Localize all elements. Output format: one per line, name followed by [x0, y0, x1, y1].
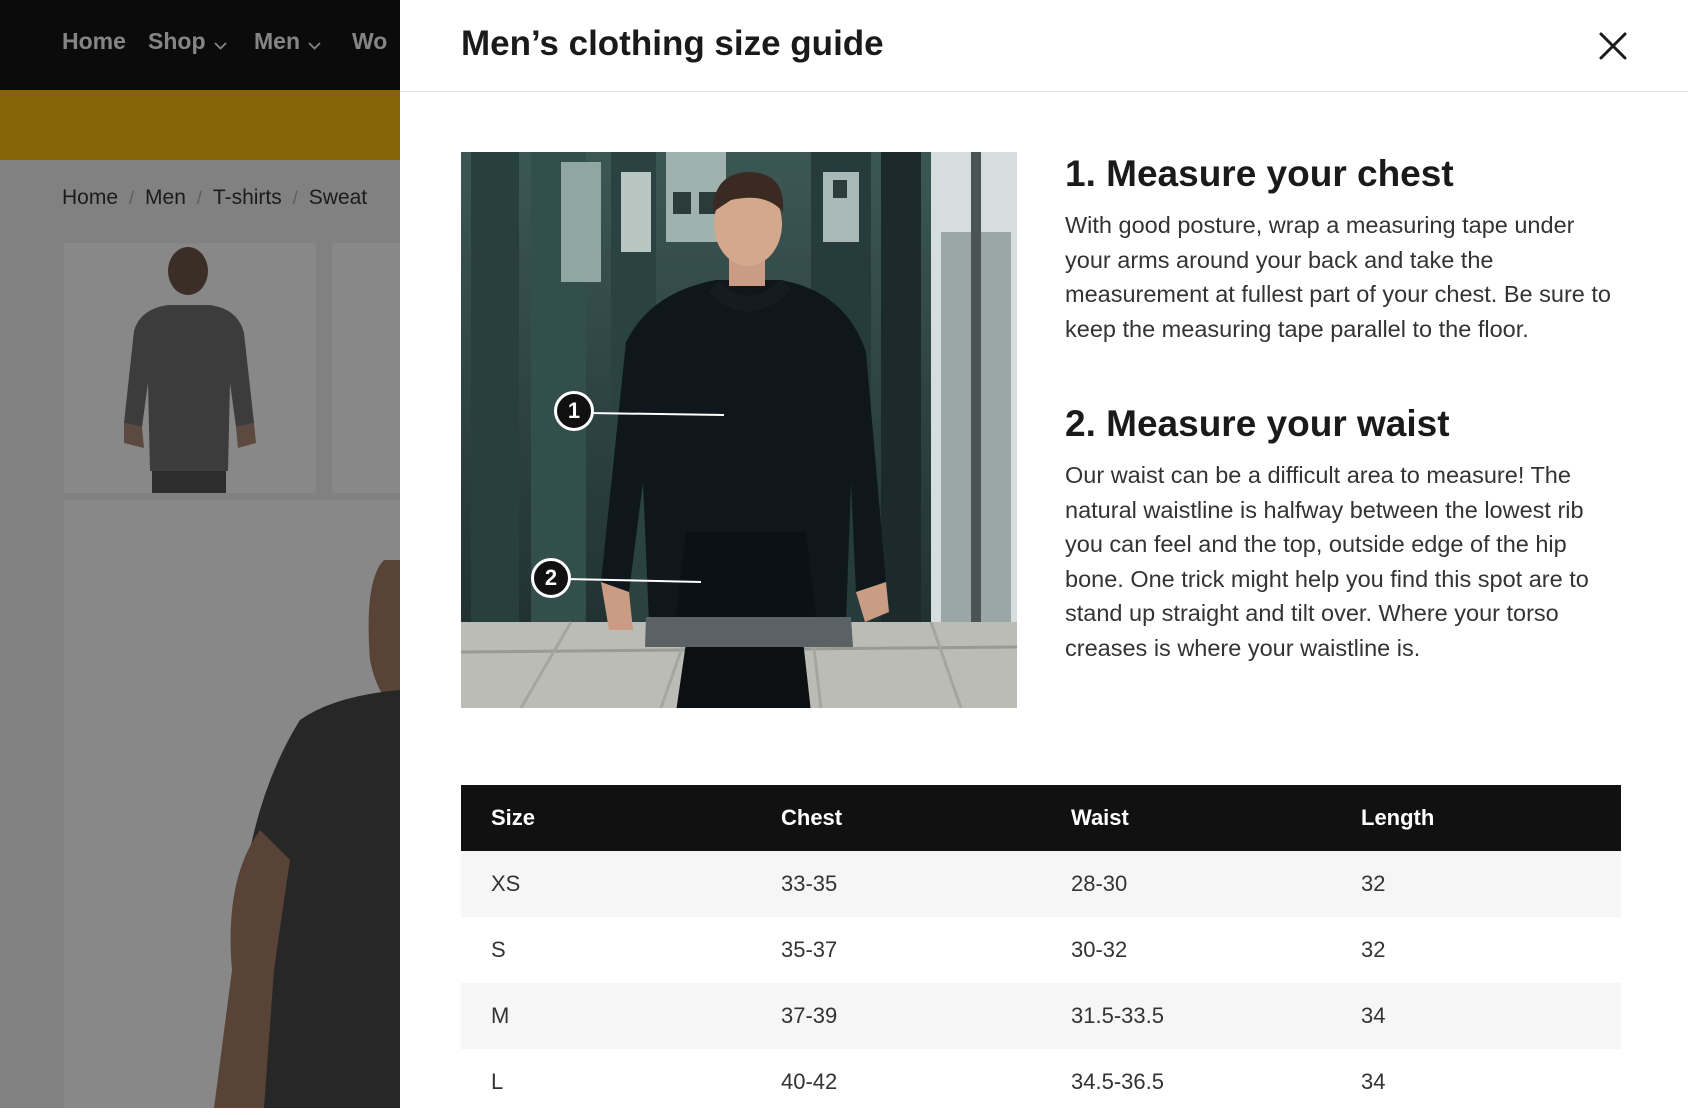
drawer-title: Men’s clothing size guide [461, 24, 884, 63]
table-row: L 40-42 34.5-36.5 34 [461, 1049, 1621, 1115]
column-header-size: Size [461, 785, 751, 851]
background-page: Home Shop Men Wo Home / Men / T-shirts / Sweat [0, 0, 400, 1108]
close-icon [1599, 32, 1627, 60]
marker-chest: 1 [554, 391, 594, 431]
table-cell: 40-42 [751, 1049, 1041, 1115]
table-cell: 32 [1331, 851, 1621, 917]
table-cell: L [461, 1049, 751, 1115]
measurement-photo: 1 2 [461, 152, 1017, 708]
close-button[interactable] [1593, 26, 1633, 66]
table-row: M 37-39 31.5-33.5 34 [461, 983, 1621, 1049]
table-cell: 34.5-36.5 [1041, 1049, 1331, 1115]
table-cell: 37-39 [751, 983, 1041, 1049]
table-cell: 32 [1331, 917, 1621, 983]
table-row: S 35-37 30-32 32 [461, 917, 1621, 983]
drawer-header: Men’s clothing size guide [400, 0, 1688, 92]
column-header-chest: Chest [751, 785, 1041, 851]
table-cell: 30-32 [1041, 917, 1331, 983]
size-guide-drawer: Men’s clothing size guide 1 2 1. Measure… [400, 0, 1688, 1115]
table-header-row: Size Chest Waist Length [461, 785, 1621, 851]
table-cell: 31.5-33.5 [1041, 983, 1331, 1049]
step-body: With good posture, wrap a measuring tape… [1065, 212, 1611, 342]
table-cell: M [461, 983, 751, 1049]
column-header-waist: Waist [1041, 785, 1331, 851]
marker-waist: 2 [531, 558, 571, 598]
table-row: XS 33-35 28-30 32 [461, 851, 1621, 917]
modal-backdrop[interactable] [0, 0, 400, 1108]
step-title: 1. Measure your chest [1065, 153, 1454, 194]
table-cell: 35-37 [751, 917, 1041, 983]
table-cell: 34 [1331, 983, 1621, 1049]
size-table: Size Chest Waist Length XS 33-35 28-30 3… [461, 785, 1621, 1115]
step-chest: 1. Measure your chest With good posture,… [1065, 152, 1625, 346]
table-cell: S [461, 917, 751, 983]
table-cell: 33-35 [751, 851, 1041, 917]
table-cell: 34 [1331, 1049, 1621, 1115]
step-waist: 2. Measure your waist Our waist can be a… [1065, 402, 1625, 665]
step-body: Our waist can be a difficult area to mea… [1065, 462, 1589, 661]
table-cell: XS [461, 851, 751, 917]
table-cell: 28-30 [1041, 851, 1331, 917]
column-header-length: Length [1331, 785, 1621, 851]
step-title: 2. Measure your waist [1065, 403, 1450, 444]
